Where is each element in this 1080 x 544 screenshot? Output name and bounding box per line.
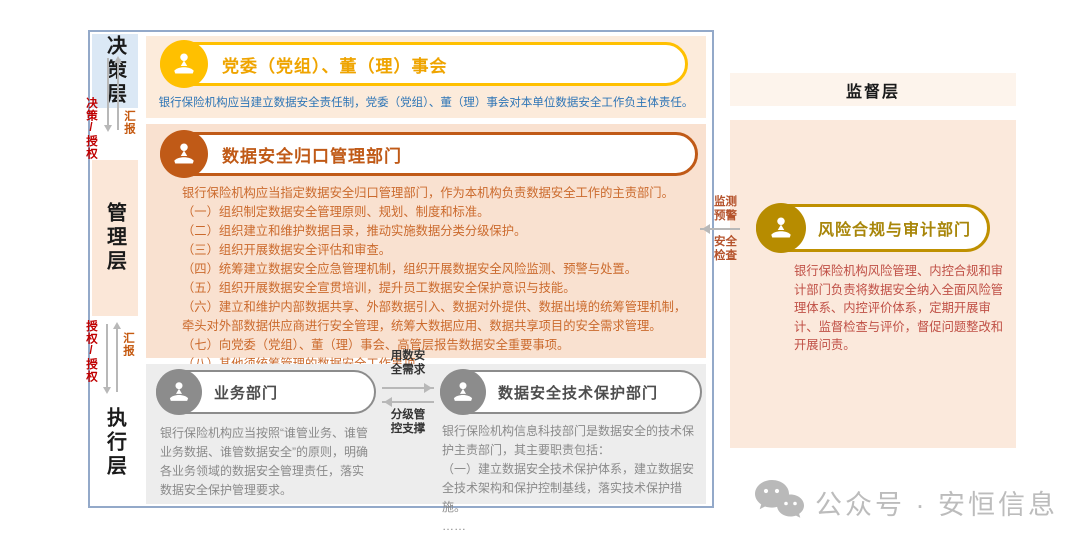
person-icon: [160, 130, 208, 178]
connector-decision-authorize-label: 决策/授权: [84, 97, 97, 160]
layer-label-execution: 执行层: [101, 407, 130, 479]
panel-execution-layer: 业务部门 数据安全技术保护部门 用数安全需求 分级管控支撑: [146, 364, 706, 504]
arrow-down-icon: [107, 58, 109, 130]
committee-pill: 党委（党组）、董（理）事会: [160, 42, 688, 86]
duty-line: （五）组织开展数据安全宣贯培训，提升员工数据安全保护意识与技能。: [182, 279, 692, 298]
person-icon: [756, 203, 806, 253]
supervision-panel: 风险合规与审计部门 银行保险机构风险管理、内控合规和审计部门负责将数据安全纳入全…: [730, 120, 1016, 448]
data-security-dept-pill: 数据安全归口管理部门: [160, 132, 698, 176]
committee-pill-title: 党委（党组）、董（理）事会: [222, 52, 448, 77]
layer-label-management: 管理层: [101, 202, 130, 274]
person-icon: [440, 369, 486, 415]
business-dept-pill-title: 业务部门: [214, 382, 278, 403]
connector-report-top-label: 汇报: [122, 110, 135, 135]
main-org-container: 决策层 管理层 执行层 党委（党组）、董（理）事会 银行保险机构应当建立数据安全…: [88, 30, 714, 508]
tech-protection-dept-pill: 数据安全技术保护部门: [440, 370, 702, 414]
business-dept-pill: 业务部门: [156, 370, 376, 414]
arrow-right-icon: [382, 387, 434, 389]
wechat-icon: [753, 478, 805, 527]
layer-label-decision: 决策层: [101, 35, 130, 107]
duty-line: 银行保险机构应当指定数据安全归口管理部门，作为本机构负责数据安全工作的主责部门。: [182, 184, 692, 203]
arrow-left-icon: [382, 401, 434, 403]
duty-line: （三）组织开展数据安全评估和审查。: [182, 241, 692, 260]
execution-flow-connector: 用数安全需求 分级管控支撑: [376, 350, 440, 436]
duty-line: （六）建立和维护内部数据共享、外部数据引入、数据对外提供、数据出境的统筹管理机制…: [182, 298, 692, 336]
layer-zone-execution: 执行层: [92, 400, 138, 486]
duty-line: （二）组织建立和维护数据目录，推动实施数据分类分级保护。: [182, 222, 692, 241]
diagram-canvas: 决策层 管理层 执行层 党委（党组）、董（理）事会 银行保险机构应当建立数据安全…: [0, 0, 1080, 544]
tech-dept-text-line: ……: [442, 517, 698, 536]
duty-line: （一）组织制定数据安全管理原则、规划、制度和标准。: [182, 203, 692, 222]
business-dept-text: 银行保险机构应当按照“谁管业务、谁管业务数据、谁管数据安全”的原则，明确各业务领…: [160, 424, 370, 500]
management-duties-text: 银行保险机构应当指定数据安全归口管理部门，作为本机构负责数据安全工作的主责部门。…: [182, 184, 692, 374]
arrow-up-icon: [116, 324, 118, 392]
tech-dept-body: 银行保险机构信息科技部门是数据安全的技术保护主责部门，其主要职责包括： （一）建…: [442, 422, 698, 536]
person-icon: [156, 369, 202, 415]
panel-management-layer: 数据安全归口管理部门 银行保险机构应当指定数据安全归口管理部门，作为本机构负责数…: [146, 124, 706, 358]
arrow-left-icon: [700, 228, 740, 230]
layer-zone-decision: 决策层: [92, 34, 138, 108]
connector-monitor-warn-label: 监测预警: [714, 196, 744, 223]
duty-line: （四）统筹建立数据安全应急管理机制，组织开展数据安全风险监测、预警与处置。: [182, 260, 692, 279]
connector-report-bottom-label: 汇报: [121, 332, 134, 357]
arrow-up-icon: [117, 58, 119, 130]
tech-dept-text-line: （一）建立数据安全技术保护体系，建立数据安全技术架构和保护控制基线，落实技术保护…: [442, 460, 698, 517]
watermark: 公众号 · 安恒信息: [753, 478, 1058, 527]
supervision-body-text: 银行保险机构风险管理、内控合规和审计部门负责将数据安全纳入全面风险管理体系、内控…: [794, 262, 1006, 355]
risk-audit-dept-pill: 风险合规与审计部门: [756, 204, 990, 252]
risk-audit-dept-pill-title: 风险合规与审计部门: [818, 216, 971, 240]
layer-zone-management: 管理层: [92, 160, 138, 316]
panel-decision-layer: 党委（党组）、董（理）事会 银行保险机构应当建立数据安全责任制，党委（党组）、董…: [146, 36, 706, 118]
data-security-dept-pill-title: 数据安全归口管理部门: [222, 142, 402, 167]
tech-dept-text-line: 银行保险机构信息科技部门是数据安全的技术保护主责部门，其主要职责包括：: [442, 422, 698, 460]
flow-label-demand: 用数安全需求: [388, 350, 428, 377]
watermark-text: 公众号 · 安恒信息: [815, 483, 1058, 522]
arrow-down-icon: [106, 324, 108, 392]
tech-protection-dept-pill-title: 数据安全技术保护部门: [498, 382, 658, 403]
supervision-header-band: 监督层: [730, 73, 1016, 106]
connector-authorize-label: 授权/授权: [84, 320, 97, 383]
supervision-header: 监督层: [846, 78, 900, 102]
business-dept-body: 银行保险机构应当按照“谁管业务、谁管业务数据、谁管数据安全”的原则，明确各业务领…: [160, 424, 370, 500]
connector-security-check-label: 安全检查: [714, 236, 744, 263]
flow-label-support: 分级管控支撑: [388, 409, 428, 436]
person-icon: [160, 40, 208, 88]
decision-caption: 银行保险机构应当建立数据安全责任制，党委（党组）、董（理）事会对本单位数据安全工…: [156, 94, 696, 110]
